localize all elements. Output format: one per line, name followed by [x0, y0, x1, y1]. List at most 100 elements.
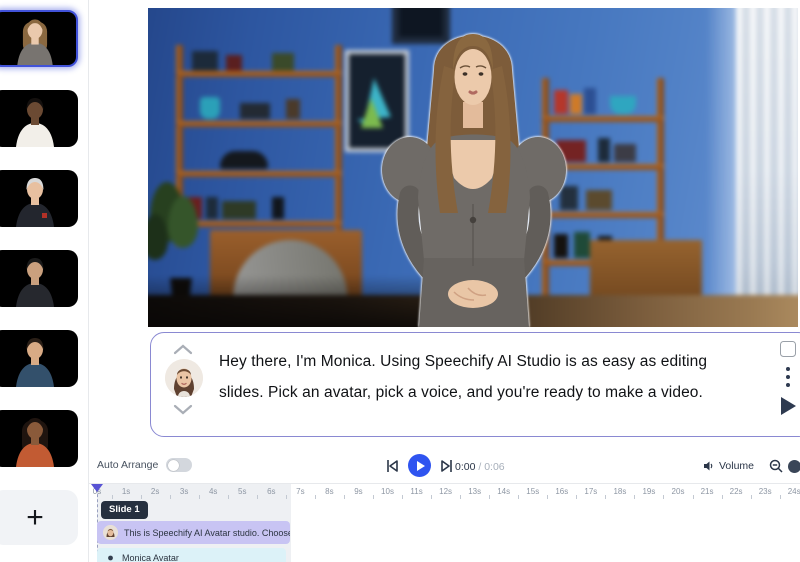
ruler-minor-tick — [779, 495, 781, 499]
time-current: 0:00 — [455, 461, 476, 473]
auto-arrange-label: Auto Arrange — [97, 459, 159, 471]
ruler-minor-tick — [111, 495, 113, 499]
ruler-label: 22s — [729, 487, 743, 496]
ruler-minor-tick — [431, 495, 433, 499]
avatar-thumbnail-monica-selected[interactable] — [0, 10, 78, 67]
ruler-label: 15s — [526, 487, 540, 496]
timeline[interactable]: 0s 1s 2s 3s 4s 5s 6s 7s 8s 9s 10s 11s 12s 13s 14s 15s 16… — [89, 483, 800, 562]
volume-label: Volume — [719, 460, 755, 472]
avatar-person-icon — [16, 98, 54, 147]
script-block: Hey there, I'm Monica. Using Speechify A… — [150, 332, 800, 437]
ruler-minor-tick — [605, 495, 607, 499]
toggle-knob — [167, 459, 179, 471]
script-controls — [779, 341, 797, 415]
ruler-minor-tick — [343, 495, 345, 499]
ruler-minor-tick — [576, 495, 578, 499]
ruler-minor-tick — [518, 495, 520, 499]
ruler-label: 11s — [410, 487, 423, 496]
track-script-label: This is Speechify AI Avatar studio. Choo… — [124, 527, 291, 538]
ruler-minor-tick — [692, 495, 694, 499]
ruler-minor-tick — [402, 495, 404, 499]
play-button[interactable] — [408, 454, 431, 477]
ruler-minor-tick — [750, 495, 752, 499]
select-checkbox[interactable] — [780, 341, 796, 357]
ruler-label: 21s — [700, 487, 714, 496]
avatar-person-icon — [16, 178, 54, 227]
ruler-minor-tick — [489, 495, 491, 499]
avatar-list — [0, 10, 78, 467]
ruler-label: 7s — [296, 487, 305, 496]
ruler-label: 10s — [381, 487, 394, 496]
avatar-person-icon — [17, 19, 53, 65]
speaker-icon — [704, 461, 713, 471]
ruler-minor-tick — [256, 495, 258, 499]
track-avatar-icon — [103, 525, 118, 540]
ruler-label: 9s — [354, 487, 363, 496]
playback-toolbar: Auto Arrange 0:00 / 0:06 Volume — [89, 453, 800, 481]
play-icon — [416, 460, 425, 471]
transport-controls — [386, 454, 453, 477]
ruler-label: 1s — [121, 487, 131, 496]
script-text[interactable]: Hey there, I'm Monica. Using Speechify A… — [219, 346, 731, 408]
ruler-label: 20s — [671, 487, 685, 496]
avatar-person-icon — [16, 338, 54, 387]
slide-badge[interactable]: Slide 1 — [101, 501, 148, 519]
row-play-button[interactable] — [780, 397, 796, 415]
ruler-label: 16s — [555, 487, 569, 496]
ruler-minor-tick — [634, 495, 636, 499]
playhead-handle[interactable] — [90, 484, 103, 492]
zoom-slider-knob[interactable] — [788, 460, 800, 473]
ruler-label: 13s — [468, 487, 482, 496]
avatar-thumbnail-older-man-suit[interactable] — [0, 170, 78, 227]
ruler-minor-tick — [663, 495, 665, 499]
ruler-label: 6s — [267, 487, 276, 496]
track-avatar-label: Monica Avatar — [122, 553, 179, 562]
avatar-thumbnail-man-blue-shirt[interactable] — [0, 330, 78, 387]
ruler-minor-tick — [227, 495, 229, 499]
ruler-minor-tick — [285, 495, 287, 499]
app-window: + Hey there, I'm Monica. Using Speechify… — [0, 0, 800, 562]
avatar-person-icon — [16, 258, 54, 307]
add-avatar-button[interactable]: + — [0, 490, 78, 545]
ruler-label: 23s — [758, 487, 772, 496]
skip-to-start-button[interactable] — [386, 459, 399, 473]
auto-arrange-control: Auto Arrange — [97, 458, 193, 472]
ruler-minor-tick — [547, 495, 549, 499]
ruler-label: 2s — [150, 487, 160, 496]
ruler-label: 12s — [439, 487, 453, 496]
skip-to-end-button[interactable] — [440, 459, 453, 473]
ruler-minor-tick — [140, 495, 142, 499]
avatar-thumbnail-man-white-shirt[interactable] — [0, 90, 78, 147]
ruler-label: 14s — [497, 487, 511, 496]
time-total: 0:06 — [484, 461, 505, 473]
ruler-label: 19s — [642, 487, 656, 496]
kebab-menu-icon[interactable] — [786, 367, 790, 387]
avatar-sidebar: + — [0, 0, 89, 562]
avatar-thumbnail-man-dark-tee[interactable] — [0, 250, 78, 307]
time-display: 0:00 / 0:06 — [455, 461, 505, 473]
ruler-minor-tick — [460, 495, 462, 499]
timeline-ruler[interactable]: 0s 1s 2s 3s 4s 5s 6s 7s 8s 9s 10s 11s 12s 13s 14s 15s 16… — [89, 484, 800, 500]
move-up-button[interactable] — [173, 342, 193, 356]
ruler-minor-tick — [198, 495, 200, 499]
person-icon — [105, 553, 116, 562]
video-preview[interactable] — [148, 8, 798, 327]
ruler-label: 3s — [179, 487, 189, 496]
presenter-avatar — [382, 34, 566, 327]
script-avatar — [165, 359, 203, 397]
avatar-person-icon — [16, 418, 54, 467]
ruler-minor-tick — [721, 495, 723, 499]
avatar-thumbnail-woman-orange-top[interactable] — [0, 410, 78, 467]
track-avatar[interactable]: Monica Avatar — [97, 548, 286, 562]
track-script[interactable]: This is Speechify AI Avatar studio. Choo… — [97, 521, 291, 544]
ruler-label: 18s — [613, 487, 627, 496]
ruler-label: 17s — [584, 487, 598, 496]
ruler-label: 5s — [238, 487, 247, 496]
ruler-label: 24s — [787, 487, 800, 496]
auto-arrange-toggle[interactable] — [166, 458, 193, 472]
ruler-label: 8s — [325, 487, 334, 496]
zoom-out-icon[interactable] — [769, 459, 783, 473]
ruler-minor-tick — [314, 495, 316, 499]
move-down-button[interactable] — [173, 403, 193, 417]
volume-control[interactable]: Volume — [703, 460, 754, 472]
